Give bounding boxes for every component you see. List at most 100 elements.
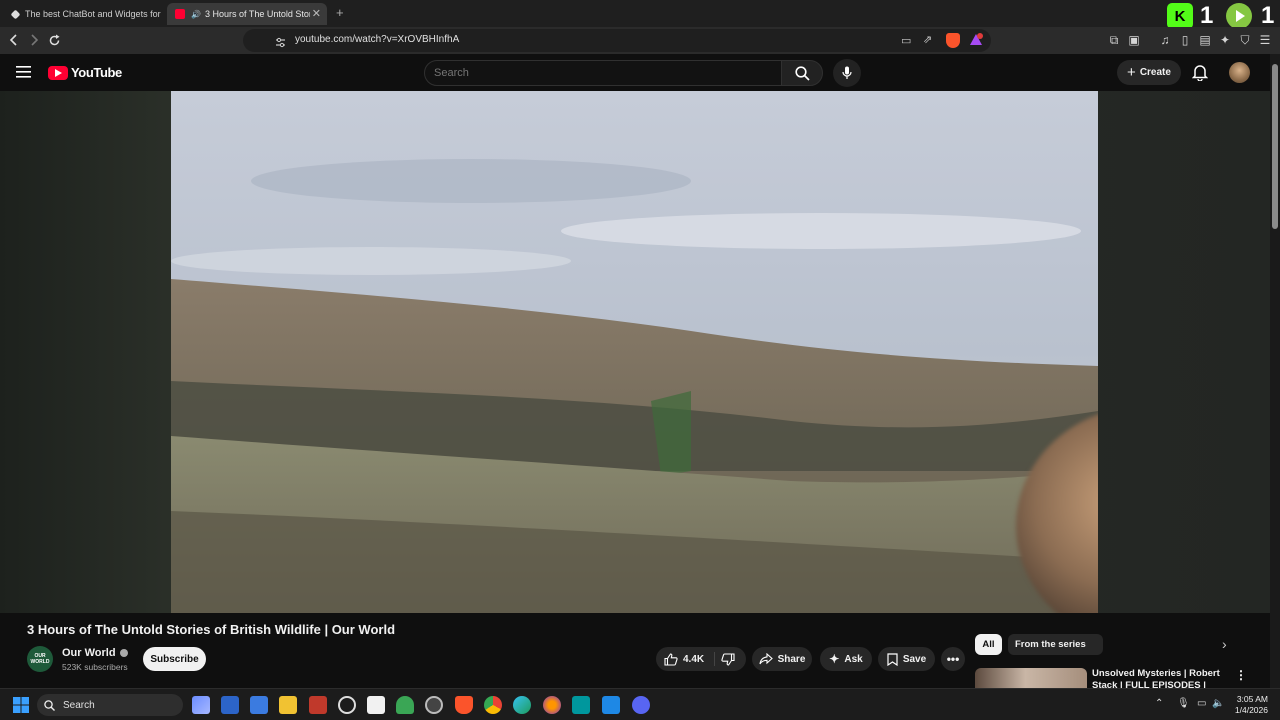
notifications-bell-icon[interactable]: [1191, 64, 1209, 86]
browser-menu-icon[interactable]: ☰: [1257, 32, 1273, 48]
forward-icon[interactable]: [26, 32, 42, 48]
share-page-icon[interactable]: ⇗: [923, 33, 932, 46]
wallet-icon[interactable]: ▤: [1197, 32, 1213, 48]
save-label: Save: [902, 653, 927, 665]
channel-name-row[interactable]: Our World: [62, 647, 128, 659]
subscriber-count: 523K subscribers: [62, 662, 128, 672]
guide-menu-icon[interactable]: [16, 65, 31, 83]
share-icon: [759, 653, 773, 665]
youtube-play-logo-icon: [48, 65, 68, 80]
rumble-logo-icon: [1226, 3, 1252, 29]
recommended-video-thumbnail[interactable]: [975, 668, 1087, 688]
youtube-header: YouTube + Create: [0, 54, 1270, 91]
volume-icon[interactable]: 🔈: [1212, 698, 1224, 709]
channel-name[interactable]: Our World: [62, 647, 116, 659]
kick-counter: 1: [1200, 2, 1214, 29]
dislike-button[interactable]: [721, 653, 735, 669]
news-app-icon[interactable]: [309, 696, 327, 714]
chrome-icon[interactable]: [484, 696, 502, 714]
capcut-icon[interactable]: [367, 696, 385, 714]
youtube-logo[interactable]: YouTube: [48, 65, 122, 80]
like-count: 4.4K: [683, 653, 705, 665]
microphone-icon: [842, 66, 852, 79]
tab-chatbot[interactable]: The best ChatBot and Widgets for Ki: [4, 3, 162, 25]
verified-badge-icon: [119, 649, 128, 657]
address-bar[interactable]: youtube.com/watch?v=XrOVBHInfhA ▭ ⇗: [243, 29, 991, 52]
browser-toolbar: youtube.com/watch?v=XrOVBHInfhA ▭ ⇗ ⧉ ▣ …: [0, 27, 1280, 54]
search-button[interactable]: [781, 60, 823, 86]
system-clock[interactable]: 3:05 AM 1/4/2026: [1228, 694, 1268, 716]
close-tab-icon[interactable]: ✕: [312, 7, 321, 20]
brave-shields-icon[interactable]: [946, 33, 960, 48]
chips-next-chevron-icon[interactable]: ›: [1222, 636, 1227, 652]
cast-icon[interactable]: ▭: [901, 34, 911, 47]
arduino-icon[interactable]: [572, 696, 590, 714]
youtube-logo-text: YouTube: [71, 65, 122, 80]
media-controls-icon[interactable]: ♫: [1157, 32, 1173, 48]
taskbar-search-box[interactable]: Search: [37, 694, 183, 716]
video-player[interactable]: [171, 91, 1098, 613]
ask-button[interactable]: ✦ Ask: [820, 647, 872, 671]
screenshot-icon[interactable]: ▣: [1126, 32, 1142, 48]
like-divider: [714, 652, 715, 666]
plus-icon: +: [1127, 64, 1136, 81]
video-frame-landscape: [171, 91, 1098, 613]
back-icon[interactable]: [6, 32, 22, 48]
create-button[interactable]: + Create: [1117, 60, 1181, 85]
firefox-icon[interactable]: [543, 696, 561, 714]
new-tab-icon[interactable]: +: [336, 5, 344, 20]
vscode-icon[interactable]: [602, 696, 620, 714]
remote-desktop-icon[interactable]: [250, 696, 268, 714]
task-view-icon[interactable]: [192, 696, 210, 714]
tab-youtube-video[interactable]: 🔊 3 Hours of The Untold Stories ✕: [167, 3, 327, 25]
chip-from-the-series[interactable]: From the series: [1008, 634, 1103, 655]
share-button[interactable]: Share: [752, 647, 812, 671]
file-explorer-icon[interactable]: [279, 696, 297, 714]
network-icon[interactable]: ▭: [1197, 698, 1206, 709]
thumbs-down-icon: [721, 653, 735, 666]
search-box[interactable]: [424, 60, 782, 86]
ask-label: Ask: [844, 653, 863, 665]
streaming-app-icon[interactable]: [396, 696, 414, 714]
voice-search-button[interactable]: [833, 59, 861, 87]
vpn-shield-icon[interactable]: ⛉: [1237, 32, 1253, 48]
show-hidden-icons-chevron-icon[interactable]: ⌃: [1155, 698, 1163, 709]
search-input[interactable]: [434, 65, 764, 81]
sidebar-toggle-icon[interactable]: ▯: [1177, 32, 1193, 48]
like-dislike-group: 4.4K: [656, 647, 746, 671]
more-actions-icon[interactable]: •••: [941, 647, 965, 671]
save-bookmark-icon: [887, 652, 898, 666]
windows-taskbar: Search ⌃ 🎙 ▭ 🔈 3:05 AM 1/4/2026: [0, 688, 1280, 720]
microphone-tray-icon[interactable]: 🎙: [1177, 698, 1190, 709]
reload-icon[interactable]: [46, 32, 62, 48]
like-button[interactable]: 4.4K: [664, 652, 705, 666]
chip-all[interactable]: All: [975, 634, 1002, 655]
recommended-video-title[interactable]: Unsolved Mysteries | Robert Stack | FULL…: [1092, 668, 1222, 688]
extensions-icon[interactable]: ⧉: [1106, 32, 1122, 48]
clock-time: 3:05 AM: [1236, 694, 1268, 704]
save-button[interactable]: Save: [878, 647, 935, 671]
search-icon: [44, 699, 55, 711]
leo-ai-icon[interactable]: ✦: [1217, 32, 1233, 48]
audio-playing-icon[interactable]: 🔊: [191, 10, 201, 19]
edge-icon[interactable]: [513, 696, 531, 714]
recommended-more-icon[interactable]: ⋮: [1235, 668, 1247, 682]
rumble-counter: 1: [1261, 2, 1275, 29]
create-label: Create: [1139, 67, 1171, 78]
account-avatar[interactable]: [1229, 62, 1250, 83]
outlook-icon[interactable]: [221, 696, 239, 714]
youtube-favicon: [175, 9, 185, 19]
discord-icon[interactable]: [632, 696, 650, 714]
obs-icon[interactable]: [425, 696, 443, 714]
url-text[interactable]: youtube.com/watch?v=XrOVBHInfhA: [295, 34, 459, 45]
site-info-icon[interactable]: [275, 35, 286, 53]
video-title: 3 Hours of The Untold Stories of British…: [27, 622, 396, 637]
clock-app-icon[interactable]: [338, 696, 356, 714]
subscribe-button[interactable]: Subscribe: [143, 647, 206, 671]
scrollbar-thumb[interactable]: [1272, 64, 1278, 229]
windows-start-icon[interactable]: [13, 697, 29, 718]
channel-avatar[interactable]: OUR WORLD: [27, 646, 53, 672]
brave-browser-icon[interactable]: [455, 696, 473, 714]
search-icon: [794, 65, 810, 81]
brave-rewards-icon[interactable]: [969, 33, 983, 52]
